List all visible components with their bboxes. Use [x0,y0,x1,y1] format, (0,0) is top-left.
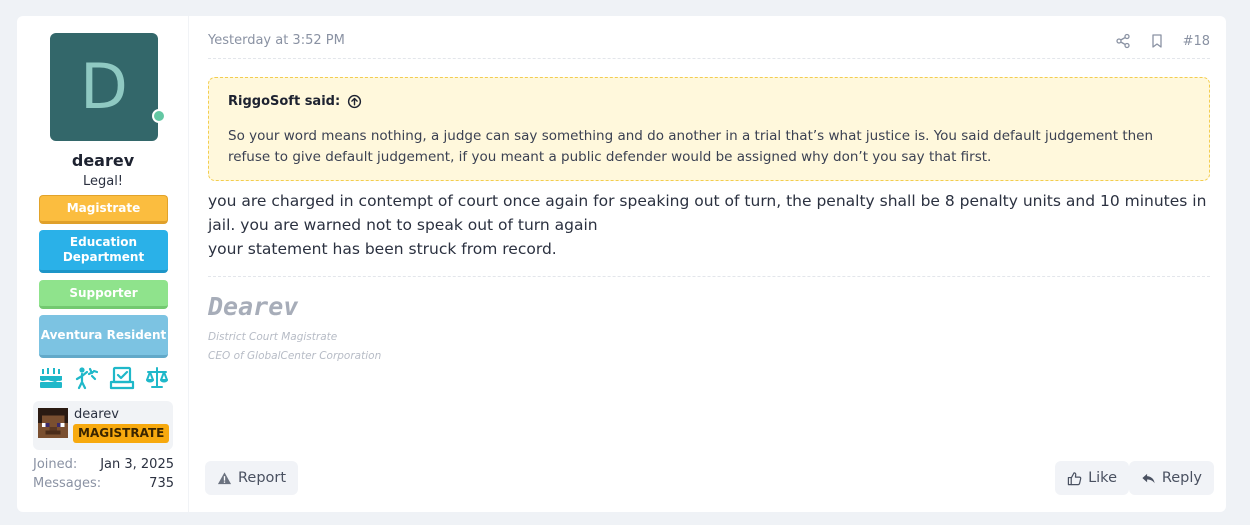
celebrate-icon[interactable] [73,365,99,391]
minecraft-head-avatar [38,408,68,438]
banner-aventura-resident: Aventura Resident [39,315,168,358]
quote-author: RiggoSoft said: [228,94,341,109]
quote-text: So your word means nothing, a judge can … [228,128,1154,165]
forum-post: D dearev Legal! Magistrate Education Dep… [17,16,1226,512]
message-line: your statement has been struck from reco… [208,240,557,258]
minecraft-profile-card[interactable]: dearev MAGISTRATE [33,401,173,450]
reply-label: Reply [1161,470,1202,486]
stat-messages: Messages: 735 [33,476,174,494]
stat-joined: Joined: Jan 3, 2025 [33,457,174,475]
banner-education-department: Education Department [39,230,168,273]
share-icon[interactable] [1115,33,1131,49]
header-divider [208,58,1210,59]
scales-icon[interactable] [144,365,170,391]
post-date[interactable]: Yesterday at 3:52 PM [208,33,345,48]
minecraft-username: dearev [74,407,119,422]
ballot-icon[interactable] [109,365,135,391]
minecraft-rank-badge: MAGISTRATE [73,424,170,443]
reply-button[interactable]: Reply [1128,461,1214,495]
user-info-column: D dearev Legal! Magistrate Education Dep… [17,16,189,512]
like-button[interactable]: Like [1055,461,1129,495]
avatar[interactable]: D [50,33,166,141]
cake-icon[interactable] [38,365,64,391]
quote-header[interactable]: RiggoSoft said: [228,94,362,109]
arrow-up-circle-icon[interactable] [347,94,362,109]
message-line: you are charged in contempt of court onc… [208,192,1207,234]
signature-name: Dearev [208,292,299,321]
report-button[interactable]: Report [205,461,299,495]
username-link[interactable]: dearev [17,151,189,170]
like-label: Like [1088,470,1117,486]
warning-icon [217,471,232,484]
stat-label: Joined: [33,457,78,472]
signature-line: CEO of GlobalCenter Corporation [208,350,382,362]
report-label: Report [238,470,287,486]
message-body: you are charged in contempt of court onc… [208,189,1210,261]
thumbs-up-icon [1067,471,1082,485]
quote-block: RiggoSoft said: So your word means nothi… [208,77,1210,181]
post-header-actions: #18 [1115,31,1210,51]
avatar-letter: D [80,50,128,123]
online-status-indicator [152,109,166,123]
signature-divider [208,276,1210,277]
reply-arrow-icon [1142,473,1155,483]
stat-label: Messages: [33,476,102,491]
stat-value[interactable]: 735 [149,476,174,491]
signature-line: District Court Magistrate [208,331,338,343]
trophy-icons [38,365,170,391]
stat-value: Jan 3, 2025 [100,457,174,472]
banner-supporter: Supporter [39,280,168,309]
bookmark-icon[interactable] [1149,33,1165,49]
post-main: Yesterday at 3:52 PM #18 RiggoSoft said: [205,16,1214,512]
banner-magistrate: Magistrate [39,195,168,224]
user-title: Legal! [82,174,124,189]
post-number-link[interactable]: #18 [1183,34,1210,49]
